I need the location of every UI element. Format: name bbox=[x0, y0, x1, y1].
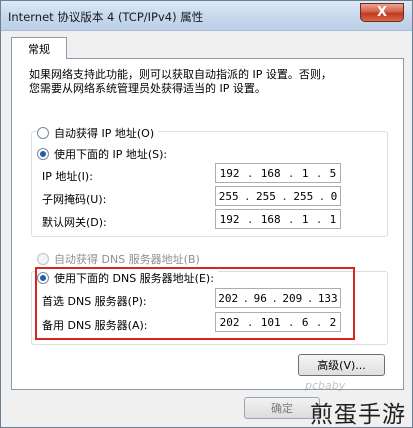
intro-text: 如果网络支持此功能，则可以获取自动指派的 IP 设置。否则， 您需要从网络系统管… bbox=[29, 68, 389, 96]
advanced-button-label: 高级(V)... bbox=[317, 359, 366, 372]
radio-manual-ip-indicator[interactable] bbox=[37, 148, 49, 160]
ip-address-input[interactable]: 192. 168. 1. 5 bbox=[215, 163, 341, 183]
tab-general[interactable]: 常规 bbox=[11, 37, 67, 59]
radio-auto-ip[interactable]: 自动获得 IP 地址(O) bbox=[37, 125, 159, 141]
close-icon: X bbox=[376, 5, 388, 20]
subnet-mask-label: 子网掩码(U): bbox=[42, 193, 107, 206]
ip-address-octet-2: 168 bbox=[260, 166, 281, 180]
default-gateway-label: 默认网关(D): bbox=[42, 216, 107, 229]
subnet-mask-octet-4: 0 bbox=[330, 189, 338, 203]
default-gateway-input[interactable]: 192. 168. 1. 1 bbox=[215, 209, 341, 229]
ok-button-label: 确定 bbox=[271, 402, 293, 415]
ip-address-octet-1: 192 bbox=[219, 166, 240, 180]
radio-auto-ip-indicator[interactable] bbox=[37, 127, 49, 139]
ip-address-label: IP 地址(I): bbox=[42, 170, 93, 183]
tab-general-label: 常规 bbox=[28, 42, 50, 56]
watermark-text: pcbaby bbox=[305, 379, 346, 392]
radio-auto-dns-label: 自动获得 DNS 服务器地址(B) bbox=[54, 253, 200, 266]
ipv4-properties-dialog: Internet 协议版本 4 (TCP/IPv4) 属性 X 常规 如果网络支… bbox=[0, 0, 413, 428]
radio-manual-ip[interactable]: 使用下面的 IP 地址(S): bbox=[37, 146, 172, 162]
title-bar: Internet 协议版本 4 (TCP/IPv4) 属性 X bbox=[1, 1, 412, 31]
intro-line-2: 您需要从网络系统管理员处获得适当的 IP 设置。 bbox=[29, 82, 266, 95]
default-gateway-octet-2: 168 bbox=[260, 212, 281, 226]
intro-line-1: 如果网络支持此功能，则可以获取自动指派的 IP 设置。否则， bbox=[29, 68, 332, 81]
radio-auto-dns[interactable]: 自动获得 DNS 服务器地址(B) bbox=[37, 251, 204, 267]
radio-manual-ip-label: 使用下面的 IP 地址(S): bbox=[54, 148, 168, 161]
ip-address-octet-3: 1 bbox=[301, 166, 309, 180]
ok-button[interactable]: 确定 bbox=[244, 397, 320, 419]
subnet-mask-octet-1: 255 bbox=[218, 189, 239, 203]
subnet-mask-octet-2: 255 bbox=[256, 189, 276, 203]
window-title: Internet 协议版本 4 (TCP/IPv4) 属性 bbox=[8, 10, 204, 24]
advanced-button[interactable]: 高级(V)... bbox=[298, 354, 385, 376]
subnet-mask-octet-3: 255 bbox=[293, 189, 314, 203]
subnet-mask-input[interactable]: 255. 255. 255. 0 bbox=[215, 186, 341, 206]
radio-auto-ip-label: 自动获得 IP 地址(O) bbox=[54, 127, 155, 140]
brand-watermark: 煎蛋手游 bbox=[310, 402, 406, 428]
default-gateway-octet-1: 192 bbox=[219, 212, 240, 226]
radio-auto-dns-indicator[interactable] bbox=[37, 253, 49, 265]
default-gateway-octet-4: 1 bbox=[329, 212, 337, 226]
ip-address-octet-4: 5 bbox=[329, 166, 337, 180]
dns-highlight-annotation bbox=[35, 267, 355, 340]
close-button[interactable]: X bbox=[360, 3, 404, 22]
default-gateway-octet-3: 1 bbox=[301, 212, 309, 226]
